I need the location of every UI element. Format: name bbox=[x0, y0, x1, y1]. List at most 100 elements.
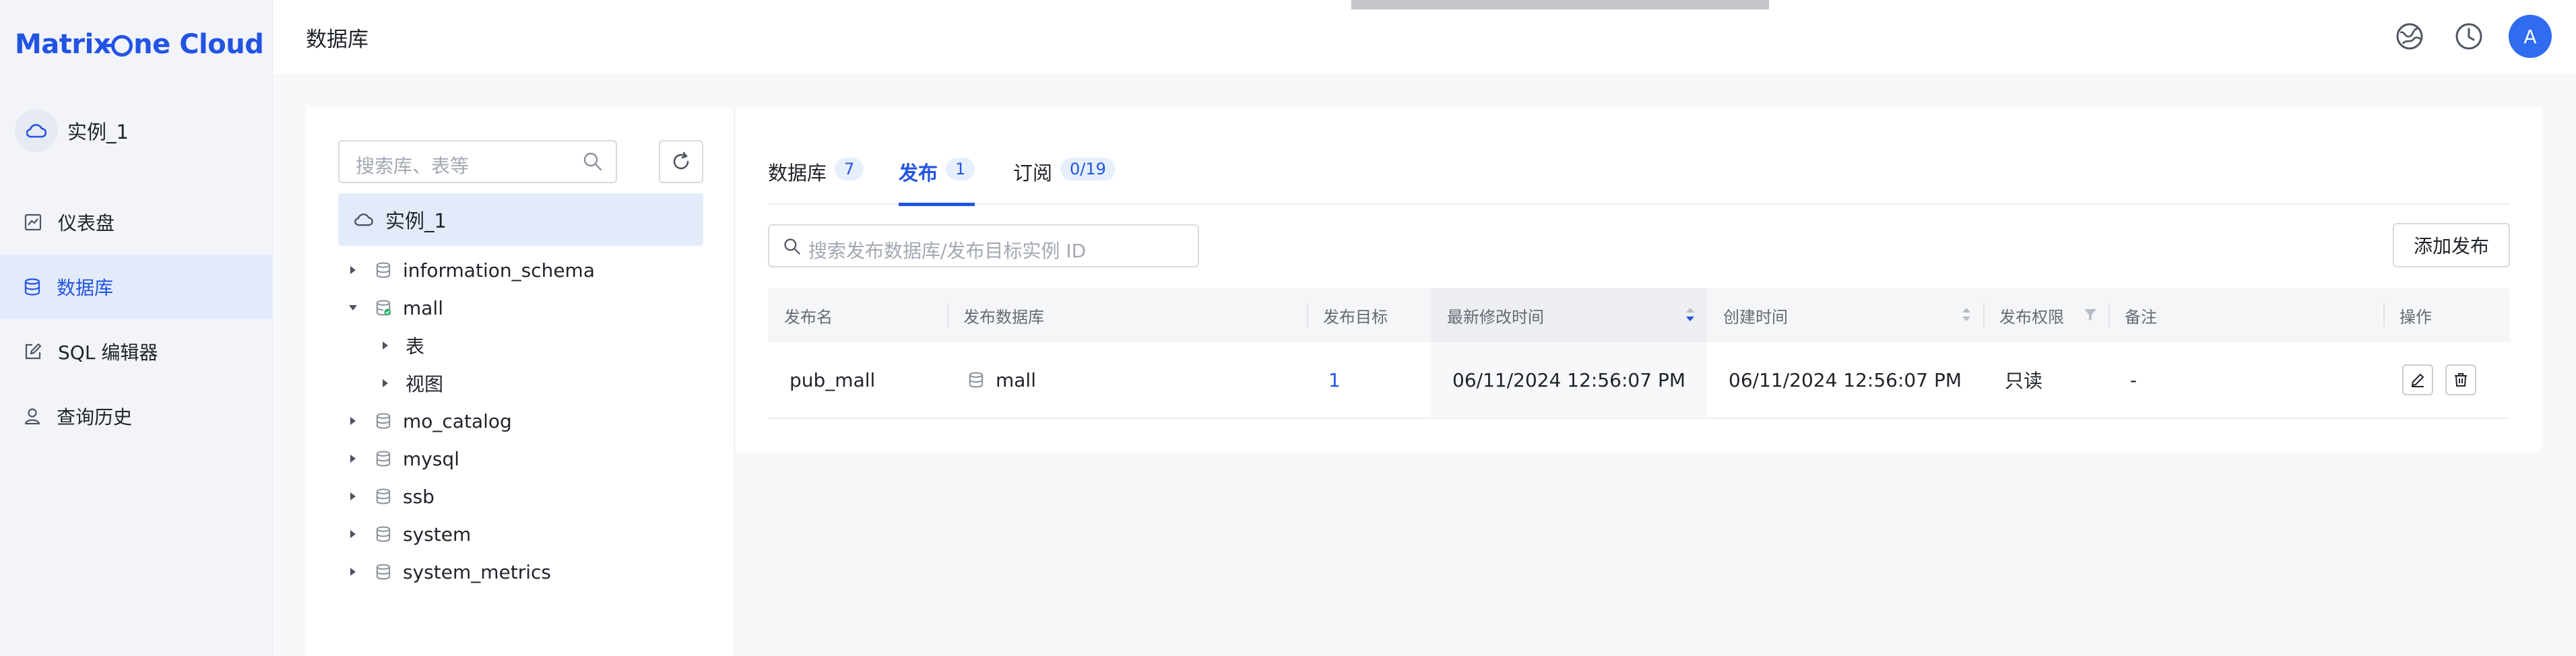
publish-search-input[interactable]: 搜索发布数据库/发布目标实例 ID bbox=[768, 224, 1199, 267]
cell-permission: 只读 bbox=[2005, 370, 2043, 392]
column-header-label: 最新修改时间 bbox=[1447, 307, 1544, 327]
caret-right-icon[interactable] bbox=[344, 529, 362, 539]
sidebar-item-dashboard[interactable]: 仪表盘 bbox=[0, 190, 273, 255]
tree-node-system[interactable]: system bbox=[344, 515, 471, 553]
cell-note: - bbox=[2130, 368, 2137, 391]
caret-right-icon[interactable] bbox=[344, 265, 362, 275]
column-header-database: 发布数据库 bbox=[963, 307, 1044, 327]
delete-button[interactable] bbox=[2445, 364, 2476, 395]
tree-search-placeholder: 搜索库、表等 bbox=[356, 155, 470, 177]
sort-desc-icon[interactable] bbox=[1684, 304, 1696, 325]
tree-node-mall[interactable]: mall bbox=[344, 289, 443, 327]
sidebar-item-database[interactable]: 数据库 bbox=[0, 255, 273, 319]
sidebar-item-query-history[interactable]: 查询历史 bbox=[0, 384, 273, 449]
sort-icon[interactable] bbox=[1960, 304, 1972, 325]
trash-icon bbox=[2455, 373, 2467, 387]
tree-node-mysql[interactable]: mysql bbox=[344, 440, 459, 478]
header-actions: A bbox=[2390, 15, 2552, 58]
tree-node-label: system_metrics bbox=[403, 560, 551, 583]
column-header-actions: 操作 bbox=[2400, 307, 2432, 327]
tree-node-label: information_schema bbox=[403, 259, 595, 282]
sidebar-item-label: 查询历史 bbox=[57, 406, 133, 428]
tab-label: 订阅 bbox=[1013, 162, 1053, 185]
tree-node-label: ssb bbox=[403, 485, 434, 508]
tab-count-badge: 1 bbox=[946, 158, 975, 181]
caret-right-icon[interactable] bbox=[376, 341, 395, 350]
tree-node-tables[interactable]: 表 bbox=[376, 327, 424, 364]
user-avatar[interactable]: A bbox=[2509, 15, 2552, 58]
clock-icon[interactable] bbox=[2449, 17, 2488, 56]
column-header-created[interactable]: 创建时间 bbox=[1707, 288, 1983, 342]
sidebar: Matrix ne Cloud 实例_1 仪表盘 数据库 SQL 编辑器 查询历史 bbox=[0, 0, 273, 656]
database-tree-panel: 搜索库、表等 实例_1 information_schema mall 表 视图… bbox=[306, 108, 734, 656]
top-header: 数据库 A bbox=[273, 0, 2576, 74]
tree-node-mo-catalog[interactable]: mo_catalog bbox=[344, 402, 512, 440]
refresh-icon bbox=[673, 152, 689, 170]
tree-node-views[interactable]: 视图 bbox=[376, 364, 443, 402]
tree-node-label: mo_catalog bbox=[403, 409, 512, 432]
table-row: pub_mall mall 1 06/11/2024 12:56:07 PM 0… bbox=[768, 342, 2510, 419]
cloud-icon bbox=[15, 109, 58, 152]
cell-database: mall bbox=[947, 342, 1307, 418]
tree-node-label: 视图 bbox=[406, 373, 444, 395]
edit-icon bbox=[2412, 374, 2424, 387]
tree-node-system-metrics[interactable]: system_metrics bbox=[344, 553, 551, 591]
caret-right-icon[interactable] bbox=[344, 567, 362, 577]
tree-node-label: 表 bbox=[406, 335, 425, 358]
column-header-permission[interactable]: 发布权限 bbox=[1983, 288, 2108, 342]
column-header-modified[interactable]: 最新修改时间 bbox=[1431, 288, 1707, 342]
caret-right-icon[interactable] bbox=[344, 454, 362, 463]
chart-icon bbox=[24, 214, 42, 231]
history-user-icon bbox=[24, 408, 40, 425]
tree-node-ssb[interactable]: ssb bbox=[344, 478, 434, 515]
sidebar-item-label: 数据库 bbox=[57, 277, 114, 299]
tree-root-label: 实例_1 bbox=[385, 209, 447, 232]
column-header-label: 发布权限 bbox=[1999, 307, 2064, 327]
column-header-note: 备注 bbox=[2125, 307, 2157, 327]
sidebar-item-sql-editor[interactable]: SQL 编辑器 bbox=[0, 319, 273, 384]
logo-text-suffix: ne Cloud bbox=[133, 29, 264, 60]
tree-root-instance[interactable]: 实例_1 bbox=[338, 193, 703, 246]
publish-panel: 数据库 7 发布 1 订阅 0/19 搜索发布数据库/发布目标实例 ID 添加发… bbox=[736, 108, 2542, 451]
cloud-icon bbox=[354, 214, 373, 226]
tree-search-input[interactable]: 搜索库、表等 bbox=[338, 140, 617, 183]
tree-node-information-schema[interactable]: information_schema bbox=[344, 251, 595, 289]
logo-text-prefix: Matrix bbox=[15, 29, 111, 60]
database-icon bbox=[376, 488, 391, 504]
column-header-target: 发布目标 bbox=[1323, 307, 1388, 327]
caret-down-icon[interactable] bbox=[344, 304, 362, 312]
sidebar-item-label: SQL 编辑器 bbox=[58, 341, 158, 364]
cell-publication-name: pub_mall bbox=[790, 368, 876, 391]
cell-database-name: mall bbox=[996, 368, 1036, 391]
cell-created-time: 06/11/2024 12:56:07 PM bbox=[1729, 368, 1962, 391]
database-icon bbox=[376, 564, 391, 580]
tab-subscribe[interactable]: 订阅 0/19 bbox=[1013, 152, 1116, 205]
sidebar-nav: 仪表盘 数据库 SQL 编辑器 查询历史 bbox=[0, 190, 273, 449]
target-count-link[interactable]: 1 bbox=[1328, 369, 1341, 391]
database-icon bbox=[376, 262, 391, 278]
add-publication-button[interactable]: 添加发布 bbox=[2393, 223, 2510, 267]
refresh-button[interactable] bbox=[659, 140, 703, 183]
publications-table: 发布名 发布数据库 发布目标 最新修改时间 创建时间 发布权限 备注 操作 pu… bbox=[768, 288, 2510, 419]
column-header-name: 发布名 bbox=[784, 307, 833, 327]
tree-node-label: system bbox=[403, 523, 472, 546]
matrixone-logo[interactable]: Matrix ne Cloud bbox=[15, 28, 264, 61]
filter-icon[interactable] bbox=[2083, 307, 2098, 322]
caret-right-icon[interactable] bbox=[344, 416, 362, 426]
tab-databases[interactable]: 数据库 7 bbox=[768, 152, 864, 205]
edit-button[interactable] bbox=[2402, 364, 2433, 395]
caret-right-icon[interactable] bbox=[344, 492, 362, 501]
caret-right-icon[interactable] bbox=[376, 379, 395, 388]
tab-label: 数据库 bbox=[768, 162, 827, 185]
database-icon bbox=[24, 278, 40, 296]
database-icon bbox=[376, 526, 391, 542]
tabs-bar: 数据库 7 发布 1 订阅 0/19 bbox=[768, 152, 2510, 206]
cell-modified-time: 06/11/2024 12:56:07 PM bbox=[1431, 342, 1707, 418]
page-title: 数据库 bbox=[306, 28, 368, 52]
tab-publish[interactable]: 发布 1 bbox=[899, 152, 975, 206]
cell-actions bbox=[2383, 342, 2510, 418]
sidebar-item-label: 仪表盘 bbox=[58, 212, 115, 234]
database-icon bbox=[969, 372, 984, 388]
instance-selector[interactable]: 实例_1 bbox=[15, 106, 129, 155]
globe-icon[interactable] bbox=[2390, 17, 2429, 56]
